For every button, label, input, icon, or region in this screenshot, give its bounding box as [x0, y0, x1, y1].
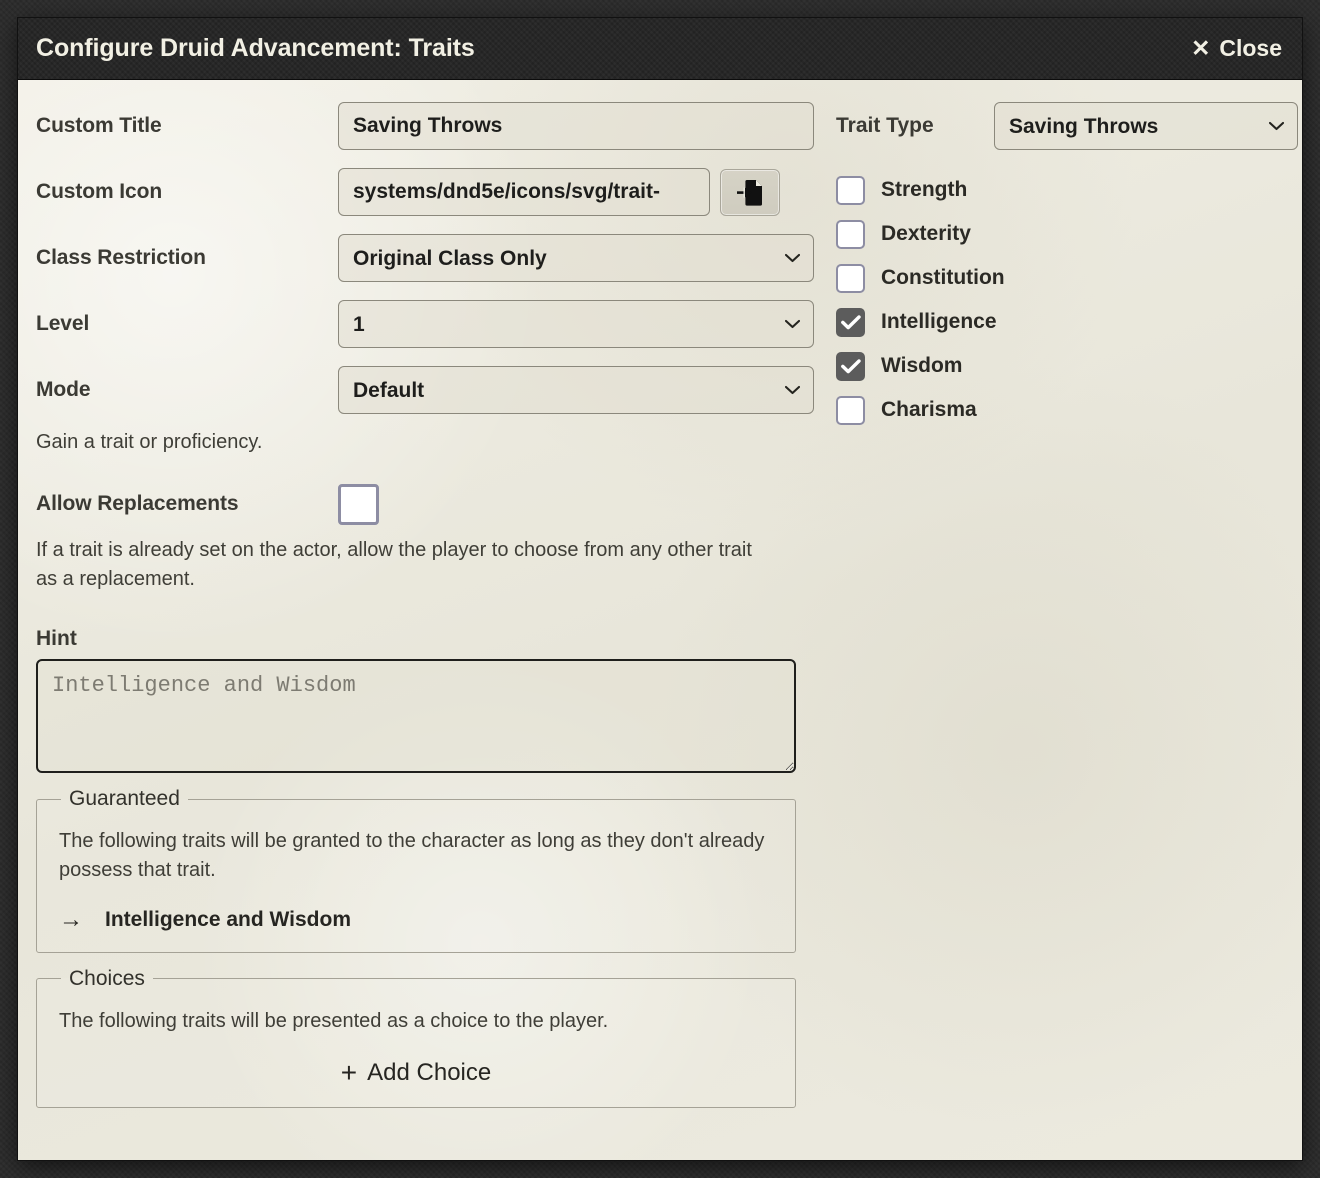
guaranteed-section: Guaranteed The following traits will be …: [36, 787, 796, 953]
class-restriction-select[interactable]: Original Class Only: [338, 234, 814, 282]
window-title: Configure Druid Advancement: Traits: [36, 34, 475, 62]
trait-checkbox-label: Intelligence: [881, 310, 997, 333]
allow-replacements-checkbox[interactable]: [338, 483, 379, 525]
trait-checkbox-row[interactable]: Intelligence: [836, 300, 1298, 344]
trait-checkbox-label: Charisma: [881, 398, 977, 421]
guaranteed-description: The following traits will be granted to …: [59, 830, 765, 881]
guaranteed-item-label: Intelligence and Wisdom: [105, 907, 352, 931]
choices-legend: Choices: [69, 966, 145, 990]
dialog-window: Configure Druid Advancement: Traits ✕ Cl…: [18, 18, 1302, 1160]
mode-select[interactable]: Default: [338, 366, 814, 414]
trait-checkbox-wisdom[interactable]: [836, 351, 865, 381]
mode-row: Mode Default: [36, 366, 814, 414]
level-row: Level 1: [36, 300, 814, 348]
custom-title-label: Custom Title: [36, 114, 162, 137]
add-choice-button[interactable]: + Add Choice: [333, 1057, 499, 1089]
class-restriction-select-wrap: Original Class Only: [338, 234, 814, 282]
check-icon: [840, 314, 861, 329]
trait-checkbox-label: Constitution: [881, 266, 1005, 289]
add-choice-label: Add Choice: [367, 1059, 492, 1087]
mode-select-wrap: Default: [338, 366, 814, 414]
trait-type-select-wrap: Saving Throws: [994, 102, 1298, 150]
window-header: Configure Druid Advancement: Traits ✕ Cl…: [18, 18, 1302, 80]
check-icon: [840, 358, 861, 373]
close-x-icon: ✕: [1191, 35, 1211, 61]
level-select[interactable]: 1: [338, 300, 814, 348]
trait-checkbox-row[interactable]: Constitution: [836, 256, 1298, 300]
custom-icon-field-wrap: [338, 168, 814, 216]
trait-checkbox-row[interactable]: Strength: [836, 168, 1298, 212]
choices-section: Choices The following traits will be pre…: [36, 966, 796, 1109]
file-import-icon: [737, 178, 763, 206]
custom-title-row: Custom Title: [36, 102, 814, 150]
hint-label: Hint: [36, 627, 77, 651]
close-button-label: Close: [1219, 35, 1282, 61]
trait-checkbox-label: Wisdom: [881, 354, 963, 377]
trait-checkbox-row[interactable]: Wisdom: [836, 344, 1298, 388]
mode-hint-text: Gain a trait or proficiency.: [36, 431, 263, 453]
allow-replacements-label: Allow Replacements: [36, 492, 239, 516]
custom-icon-input[interactable]: [338, 168, 710, 216]
level-label: Level: [36, 312, 90, 335]
class-restriction-label: Class Restriction: [36, 246, 206, 269]
close-button[interactable]: ✕ Close: [1191, 35, 1284, 62]
level-select-wrap: 1: [338, 300, 814, 348]
left-column: Custom Title Custom Icon: [36, 102, 814, 1160]
trait-checkbox-constitution[interactable]: [836, 263, 865, 293]
class-restriction-field-wrap: Original Class Only: [338, 234, 814, 282]
plus-icon: +: [340, 1057, 358, 1089]
trait-type-select[interactable]: Saving Throws: [994, 102, 1298, 150]
trait-type-label: Trait Type: [836, 114, 934, 137]
right-column: Trait Type Saving Throws Strength Dexteri…: [814, 102, 1298, 1160]
file-picker-button[interactable]: [720, 168, 780, 216]
trait-checkbox-row[interactable]: Charisma: [836, 388, 1298, 432]
trait-checkbox-charisma[interactable]: [836, 395, 865, 425]
trait-checkbox-label: Strength: [881, 178, 968, 201]
custom-title-input[interactable]: [338, 102, 814, 150]
arrow-right-icon: →: [59, 905, 83, 933]
allow-replacements-hint-text: If a trait is already set on the actor, …: [36, 539, 752, 590]
mode-label: Mode: [36, 378, 91, 401]
trait-checkbox-label: Dexterity: [881, 222, 971, 245]
mode-field-wrap: Default: [338, 366, 814, 414]
guaranteed-legend: Guaranteed: [69, 787, 180, 811]
allow-replacements-row: Allow Replacements: [36, 482, 814, 526]
custom-title-field-wrap: [338, 102, 814, 150]
dialog-content: Custom Title Custom Icon: [18, 80, 1302, 1160]
trait-checkbox-list: Strength Dexterity Constitution Intelligenc…: [836, 168, 1298, 432]
hint-textarea[interactable]: [36, 659, 796, 774]
choices-description: The following traits will be presented a…: [59, 1009, 609, 1032]
custom-icon-row: Custom Icon: [36, 168, 814, 216]
custom-icon-label: Custom Icon: [36, 180, 163, 203]
trait-checkbox-intelligence[interactable]: [836, 307, 865, 337]
trait-checkbox-row[interactable]: Dexterity: [836, 212, 1298, 256]
add-choice-row: + Add Choice: [59, 1057, 773, 1089]
guaranteed-item[interactable]: → Intelligence and Wisdom: [59, 906, 773, 934]
trait-checkbox-dexterity[interactable]: [836, 219, 865, 249]
trait-checkbox-strength[interactable]: [836, 175, 865, 205]
level-field-wrap: 1: [338, 300, 814, 348]
trait-type-row: Trait Type Saving Throws: [836, 102, 1298, 150]
class-restriction-row: Class Restriction Original Class Only: [36, 234, 814, 282]
